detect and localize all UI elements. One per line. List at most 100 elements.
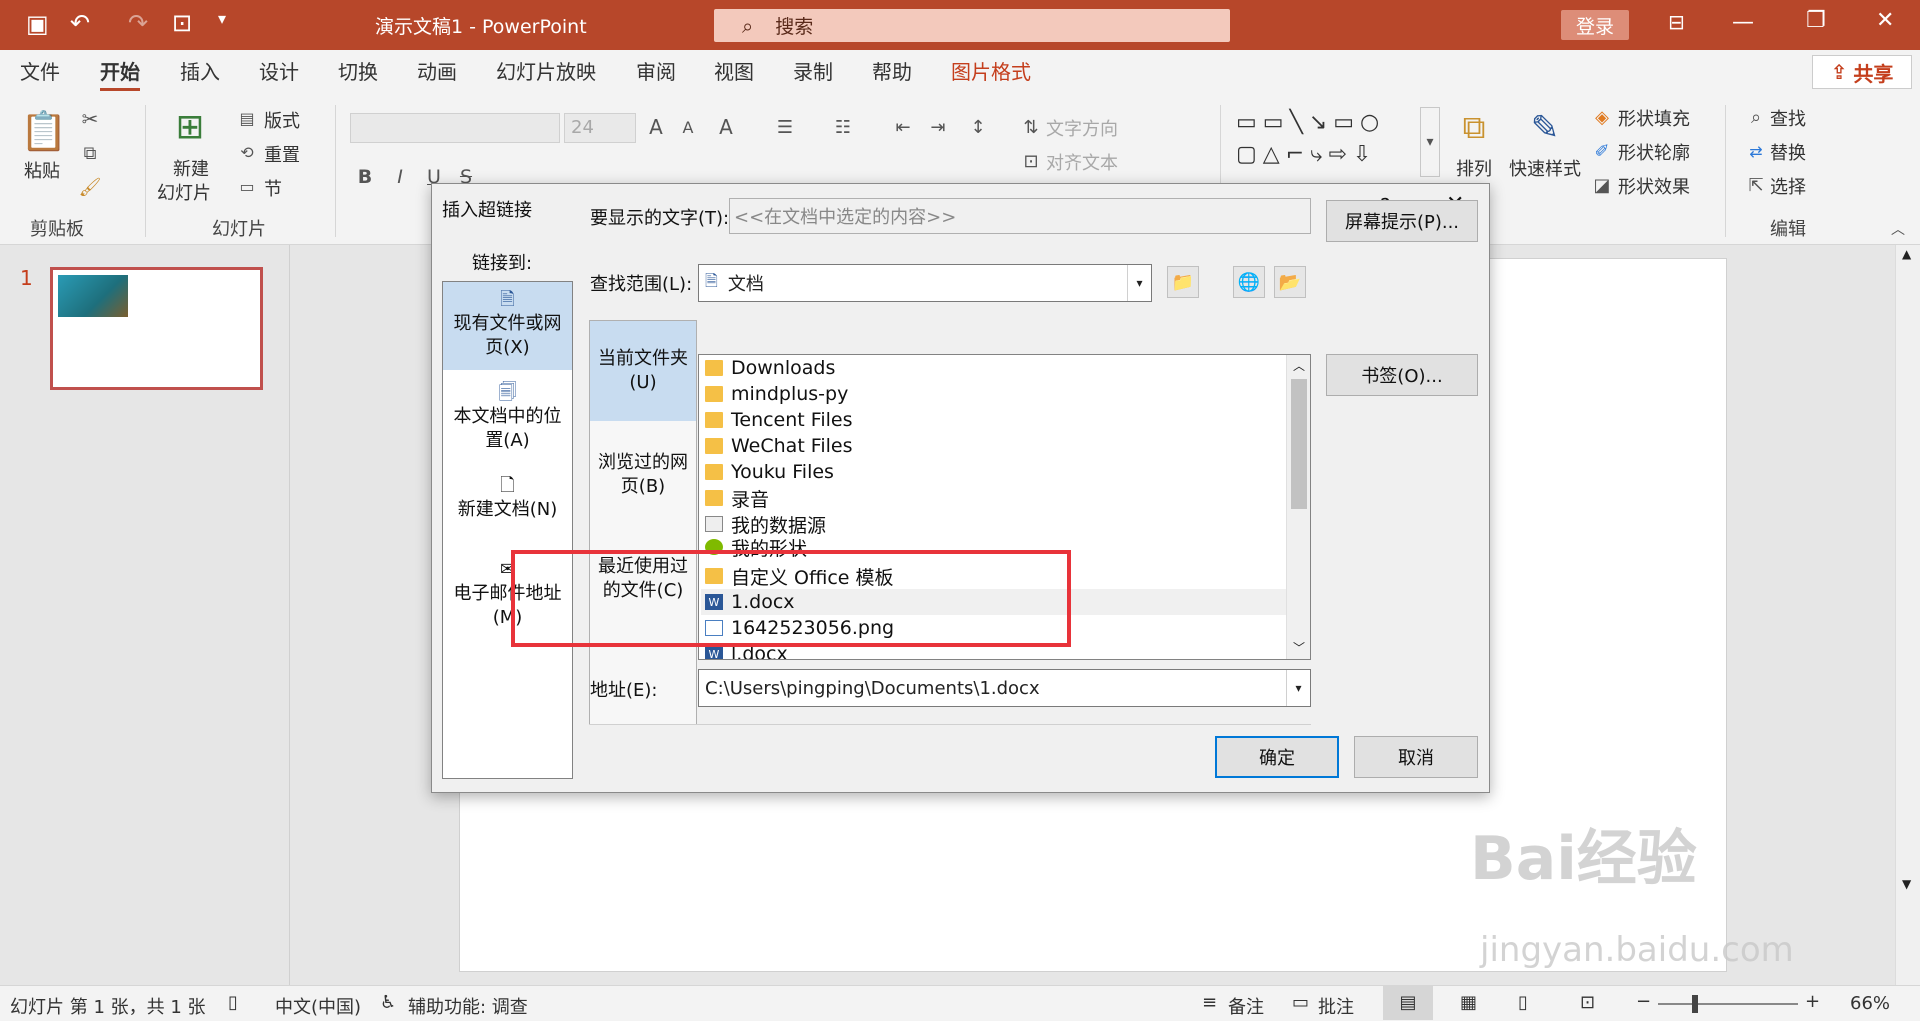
list-item[interactable]: 录音	[701, 485, 1286, 511]
tab-help[interactable]: 帮助	[872, 50, 912, 95]
arrange-icon[interactable]: ⧉	[1452, 105, 1496, 149]
ok-button[interactable]: 确定	[1215, 736, 1339, 778]
look-in-dropdown-icon[interactable]: ▾	[1127, 265, 1151, 301]
shape-fill-icon[interactable]: ◈	[1590, 105, 1614, 129]
tab-review[interactable]: 审阅	[636, 50, 676, 95]
list-item[interactable]: Youku Files	[701, 459, 1286, 485]
search-box[interactable]: ⌕ 搜索	[714, 9, 1230, 42]
list-item[interactable]: mindplus-py	[701, 381, 1286, 407]
reading-view-icon[interactable]: ▯	[1518, 992, 1528, 1013]
address-dropdown-icon[interactable]: ▾	[1286, 670, 1310, 706]
format-painter-icon[interactable]: 🖌	[78, 175, 102, 199]
tab-insert[interactable]: 插入	[180, 50, 220, 95]
paste-label[interactable]: 粘贴	[24, 157, 60, 183]
slideshow-view-icon[interactable]: ⊡	[1580, 992, 1595, 1013]
normal-view-icon[interactable]: ▤	[1383, 986, 1433, 1020]
tab-home[interactable]: 开始	[100, 50, 140, 95]
scope-current-folder[interactable]: 当前文件夹(U)	[590, 321, 696, 421]
list-item[interactable]: WeChat Files	[701, 433, 1286, 459]
present-icon[interactable]: ⊡	[172, 9, 192, 37]
new-slide-label-2[interactable]: 幻灯片	[157, 179, 211, 205]
vertical-scrollbar[interactable]: ▲ ▼	[1895, 245, 1920, 985]
restore-icon[interactable]: ❐	[1806, 8, 1826, 33]
line-spacing-icon[interactable]: ↕	[965, 113, 991, 141]
login-button[interactable]: 登录	[1561, 10, 1629, 40]
replace-button[interactable]: 替换	[1770, 139, 1806, 165]
replace-icon[interactable]: ⇄	[1744, 139, 1768, 163]
select-icon[interactable]: ⇱	[1744, 173, 1768, 197]
paste-icon[interactable]: 📋	[20, 107, 67, 155]
section-button[interactable]: 节	[264, 175, 282, 201]
italic-icon[interactable]: I	[390, 163, 410, 191]
numbering-icon[interactable]: ☷	[828, 113, 858, 141]
new-slide-icon[interactable]: ⊞	[168, 105, 212, 149]
tab-record[interactable]: 录制	[793, 50, 833, 95]
zoom-slider[interactable]	[1658, 995, 1798, 1013]
align-text-icon[interactable]: ⊡	[1020, 147, 1042, 175]
find-button[interactable]: 查找	[1770, 105, 1806, 131]
font-name-box[interactable]	[350, 113, 560, 143]
zoom-slider-thumb[interactable]	[1692, 995, 1698, 1013]
accessibility-status[interactable]: 辅助功能: 调查	[408, 993, 528, 1019]
arrange-button[interactable]: 排列	[1456, 155, 1492, 181]
list-item[interactable]: Tencent Files	[701, 407, 1286, 433]
shapes-gallery[interactable]: ▭▭╲↘▭○ ▢△⌐⤷⇨⇩	[1236, 107, 1416, 177]
list-item[interactable]: Downloads	[701, 355, 1286, 381]
shape-outline-icon[interactable]: ✐	[1590, 139, 1614, 163]
zoom-level[interactable]: 66%	[1850, 993, 1890, 1014]
look-in-select[interactable]: 🗎 文档 ▾	[698, 264, 1152, 302]
shape-outline-button[interactable]: 形状轮廓	[1618, 139, 1690, 165]
file-scroll-thumb[interactable]	[1291, 379, 1307, 509]
address-field[interactable]: C:\Users\pingping\Documents\1.docx ▾	[698, 669, 1311, 707]
tab-transitions[interactable]: 切换	[338, 50, 378, 95]
copy-icon[interactable]: ⧉	[78, 141, 102, 165]
collapse-ribbon-icon[interactable]: ︿	[1888, 219, 1908, 239]
zoom-in-icon[interactable]: +	[1805, 991, 1820, 1012]
quick-styles-button[interactable]: 快速样式	[1509, 155, 1581, 181]
browse-web-icon[interactable]: 🌐	[1233, 266, 1265, 298]
text-direction-button[interactable]: 文字方向	[1046, 115, 1118, 141]
reset-button[interactable]: 重置	[264, 141, 300, 167]
scroll-up-icon[interactable]: ▲	[1902, 247, 1911, 261]
find-icon[interactable]: ⌕	[1744, 105, 1768, 129]
tab-file[interactable]: 文件	[20, 50, 60, 95]
file-scroll-up-icon[interactable]: ︿	[1293, 357, 1305, 374]
bookmark-button[interactable]: 书签(O)...	[1326, 354, 1478, 396]
layout-button[interactable]: 版式	[264, 107, 300, 133]
scope-browsed-pages[interactable]: 浏览过的网页(B)	[590, 425, 696, 525]
text-direction-icon[interactable]: ⇅	[1020, 113, 1042, 141]
scroll-down-icon[interactable]: ▼	[1902, 877, 1911, 891]
grow-font-icon[interactable]: A	[643, 113, 669, 141]
share-button[interactable]: ⇪ 共享	[1812, 55, 1912, 89]
increase-indent-icon[interactable]: ⇥	[925, 113, 951, 141]
shrink-font-icon[interactable]: A	[675, 113, 701, 141]
tab-slideshow[interactable]: 幻灯片放映	[496, 50, 596, 95]
reset-icon[interactable]: ⟲	[236, 141, 258, 163]
bold-icon[interactable]: B	[355, 163, 375, 191]
shapes-more-icon[interactable]: ▾	[1420, 107, 1440, 177]
language-status[interactable]: 中文(中国)	[275, 993, 361, 1019]
shape-fill-button[interactable]: 形状填充	[1618, 105, 1690, 131]
select-button[interactable]: 选择	[1770, 173, 1806, 199]
cancel-button[interactable]: 取消	[1354, 736, 1478, 778]
tab-view[interactable]: 视图	[714, 50, 754, 95]
notes-icon[interactable]: ≡	[1202, 992, 1217, 1013]
tab-picture-format[interactable]: 图片格式	[951, 50, 1031, 95]
tab-design[interactable]: 设计	[259, 50, 299, 95]
save-icon[interactable]: ▣	[26, 10, 49, 38]
display-text-field[interactable]: <<在文档中选定的内容>>	[729, 198, 1311, 234]
browse-file-icon[interactable]: 📂	[1274, 266, 1306, 298]
list-item[interactable]: 我的数据源	[701, 511, 1286, 537]
notes-page-icon[interactable]: ▯	[228, 992, 238, 1013]
customize-quick-access-icon[interactable]: ▾	[218, 9, 226, 28]
file-scroll-down-icon[interactable]: ﹀	[1293, 639, 1305, 656]
slide-sorter-icon[interactable]: ▦	[1460, 992, 1477, 1013]
layout-icon[interactable]: ▤	[236, 107, 258, 129]
tab-animations[interactable]: 动画	[417, 50, 457, 95]
up-folder-icon[interactable]: 📁	[1167, 266, 1199, 298]
cut-icon[interactable]: ✂	[78, 107, 102, 131]
comments-icon[interactable]: ▭	[1292, 992, 1309, 1013]
file-list-scrollbar[interactable]: ︿ ﹀	[1286, 355, 1310, 659]
quick-styles-icon[interactable]: ✎	[1520, 103, 1570, 153]
screen-tip-button[interactable]: 屏幕提示(P)...	[1326, 200, 1478, 242]
